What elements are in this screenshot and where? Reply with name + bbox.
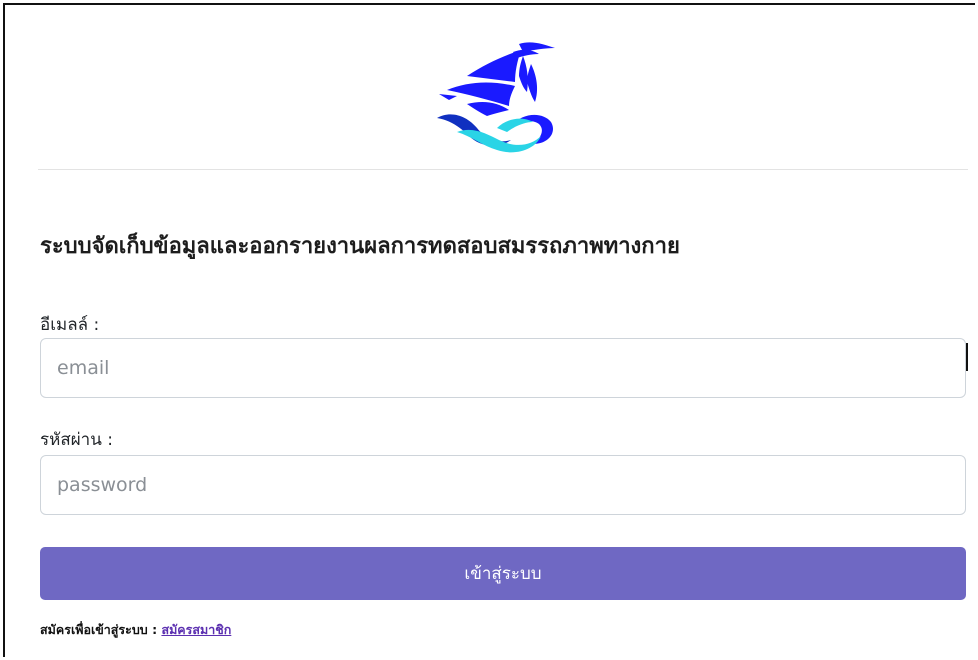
register-row: สมัครเพื่อเข้าสู่ระบบ : สมัครสมาชิก bbox=[40, 620, 231, 640]
ship-logo-icon bbox=[427, 36, 577, 156]
scroll-caret bbox=[966, 343, 968, 371]
password-label: รหัสผ่าน : bbox=[40, 430, 113, 450]
register-prompt: สมัครเพื่อเข้าสู่ระบบ : bbox=[40, 622, 158, 637]
login-button[interactable]: เข้าสู่ระบบ bbox=[40, 547, 966, 600]
email-label: อีเมลล์ : bbox=[40, 315, 100, 335]
page-title: ระบบจัดเก็บข้อมูลและออกรายงานผลการทดสอบส… bbox=[40, 234, 680, 259]
header-divider bbox=[38, 169, 968, 170]
email-input[interactable] bbox=[40, 338, 966, 398]
register-link[interactable]: สมัครสมาชิก bbox=[161, 622, 231, 637]
password-input[interactable] bbox=[40, 455, 966, 515]
